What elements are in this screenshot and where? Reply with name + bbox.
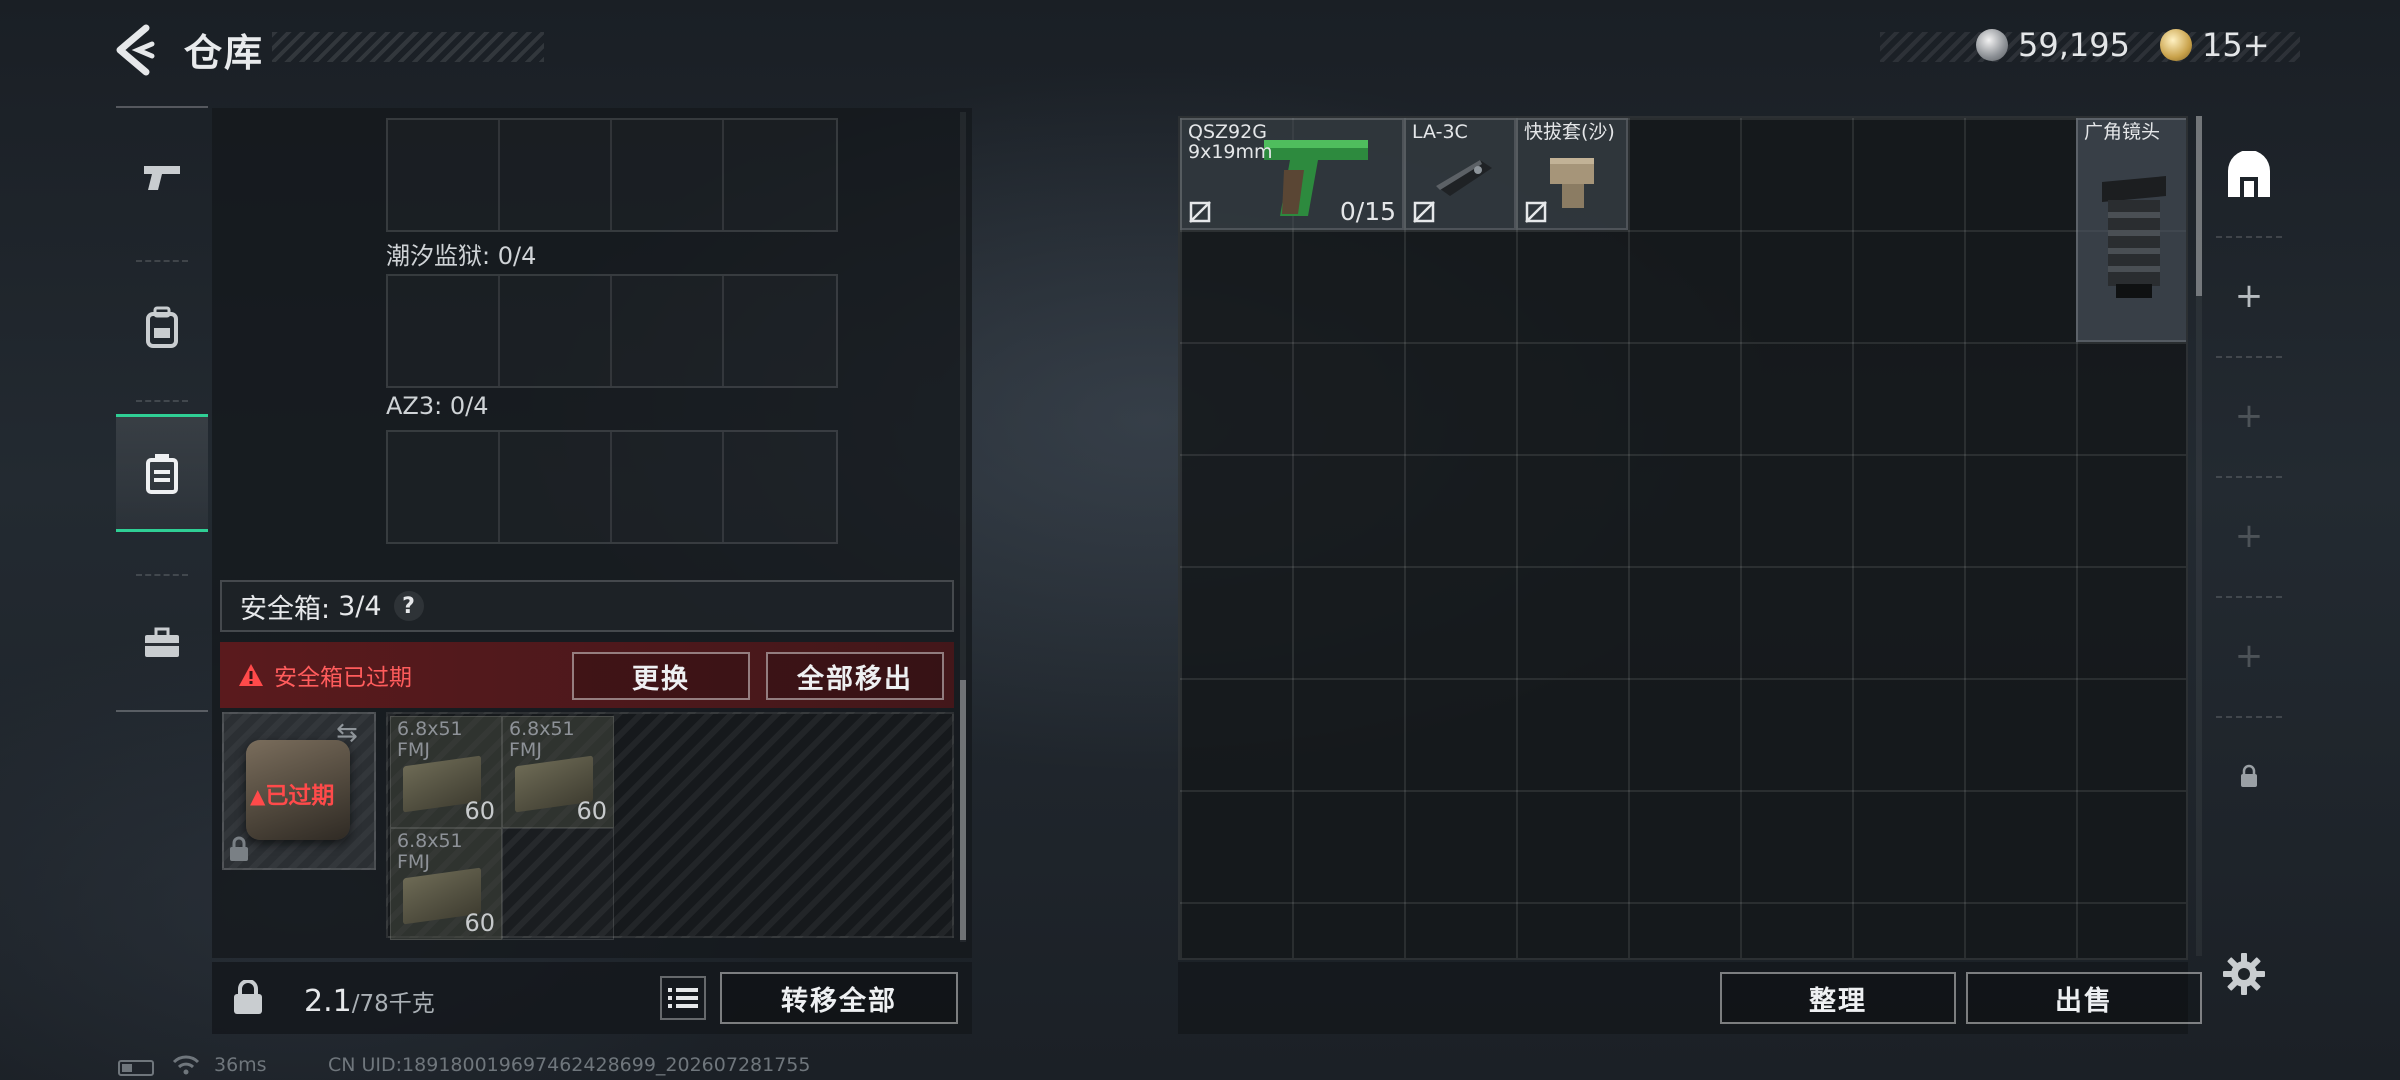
equipment-slot-grid[interactable]	[386, 274, 838, 388]
gold-currency[interactable]: 15+	[2160, 26, 2270, 64]
replace-button[interactable]: 更换	[572, 652, 750, 700]
case-expired-label: ▲已过期	[250, 783, 335, 809]
equipment-slot-grid[interactable]	[386, 118, 838, 232]
stash-item-pistol[interactable]: QSZ92G 9x19mm 0/15	[1180, 118, 1404, 230]
item-ammo-count: 0/15	[1339, 197, 1396, 226]
help-icon[interactable]: ?	[393, 591, 424, 621]
battery-icon	[118, 1060, 154, 1076]
slot-group-label: 潮汐监狱: 0/4	[386, 242, 537, 270]
stash-scrollbar-thumb[interactable]	[2196, 116, 2202, 296]
weight-current: 2.1	[304, 984, 352, 1019]
stash-tab-home[interactable]	[2206, 116, 2292, 236]
safe-box-count: 3/4	[338, 590, 382, 622]
expired-warning-text: 安全箱已过期	[274, 665, 412, 691]
lock-icon	[230, 836, 248, 861]
safe-box-icon	[146, 454, 178, 494]
lock-icon	[2241, 764, 2257, 787]
weight-readout: 2.1/78千克	[304, 984, 435, 1019]
nav-item-safe-box[interactable]	[116, 414, 208, 532]
stash-item-holster[interactable]: 快拔套(沙)	[1516, 118, 1628, 230]
no-move-icon	[1189, 201, 1211, 223]
remove-all-button[interactable]: 全部移出	[766, 652, 944, 700]
stash-tab-add[interactable]: +	[2206, 236, 2292, 356]
sell-button[interactable]: 出售	[1966, 972, 2202, 1024]
ammo-count: 60	[464, 797, 495, 825]
safe-box-header: 安全箱: 3/4 ?	[220, 580, 954, 632]
list-icon	[668, 988, 698, 1008]
silver-currency: 59,195	[1976, 26, 2130, 64]
ammo-item[interactable]: 6.8x51 FMJ 60	[390, 716, 502, 828]
ammo-item[interactable]: 6.8x51 FMJ 60	[502, 716, 614, 828]
back-arrow-icon[interactable]	[112, 24, 156, 76]
home-icon	[2228, 151, 2270, 197]
stash-tab-add[interactable]: +	[2206, 476, 2292, 596]
no-move-icon	[1525, 201, 1547, 223]
sort-button[interactable]: 整理	[1720, 972, 1956, 1024]
ammo-count: 60	[464, 909, 495, 937]
swap-icon[interactable]: ⇆	[336, 718, 358, 748]
safe-box-grid[interactable]: 6.8x51 FMJ 60 6.8x51 FMJ 60 6.8x51 FMJ 60	[386, 712, 954, 940]
briefcase-icon	[145, 627, 179, 657]
weight-lock-icon	[234, 980, 262, 1014]
nav-item-weapons[interactable]	[116, 118, 208, 236]
ammo-item[interactable]: 6.8x51 FMJ 60	[390, 828, 502, 940]
empty-slot[interactable]	[502, 828, 614, 940]
weight-capacity: /78千克	[351, 991, 435, 1017]
stash-tab-add[interactable]: +	[2206, 596, 2292, 716]
stash-tab-locked[interactable]	[2206, 716, 2292, 836]
warning-icon	[239, 664, 263, 686]
pistol-icon	[144, 166, 180, 190]
silver-currency-value: 59,195	[2018, 26, 2130, 64]
wifi-icon	[172, 1055, 200, 1075]
ammo-count: 60	[576, 797, 607, 825]
gold-currency-value: 15+	[2202, 26, 2270, 64]
stash-tabs: + + + +	[2206, 116, 2292, 787]
nav-item-briefcase[interactable]	[116, 584, 208, 702]
category-nav	[116, 106, 208, 712]
backpack-icon	[146, 306, 178, 348]
laser-module-image	[1436, 160, 1492, 196]
lens-image	[2102, 176, 2166, 298]
silver-coin-icon	[1976, 29, 2008, 61]
stash-tab-add[interactable]: +	[2206, 356, 2292, 476]
stash-grid[interactable]	[1180, 118, 2186, 958]
nav-item-backpack[interactable]	[116, 268, 208, 386]
stash-grid-panel[interactable]: QSZ92G 9x19mm 0/15 LA-3C 快拔套(沙) 广角镜头	[1178, 116, 2188, 960]
safe-box-label: 安全箱:	[240, 593, 331, 625]
gold-coin-icon	[2160, 29, 2192, 61]
ping-readout: 36ms	[214, 1054, 267, 1076]
slot-group-label: AZ3: 0/4	[386, 392, 489, 420]
storage-scrollbar-thumb[interactable]	[960, 680, 966, 940]
stash-item-lens[interactable]: 广角镜头	[2076, 118, 2186, 342]
list-view-button[interactable]	[660, 976, 706, 1020]
equipment-slot-grid[interactable]	[386, 430, 838, 544]
uid-readout: CN UID:18918001969746242869​9_2026072817…	[328, 1054, 811, 1076]
transfer-all-button[interactable]: 转移全部	[720, 972, 958, 1024]
stash-item-laser[interactable]: LA-3C	[1404, 118, 1516, 230]
settings-gear-icon[interactable]	[2222, 952, 2266, 996]
page-title: 仓库	[184, 31, 265, 75]
no-move-icon	[1413, 201, 1435, 223]
holster-image	[1550, 158, 1594, 208]
title-decoration	[272, 32, 544, 62]
